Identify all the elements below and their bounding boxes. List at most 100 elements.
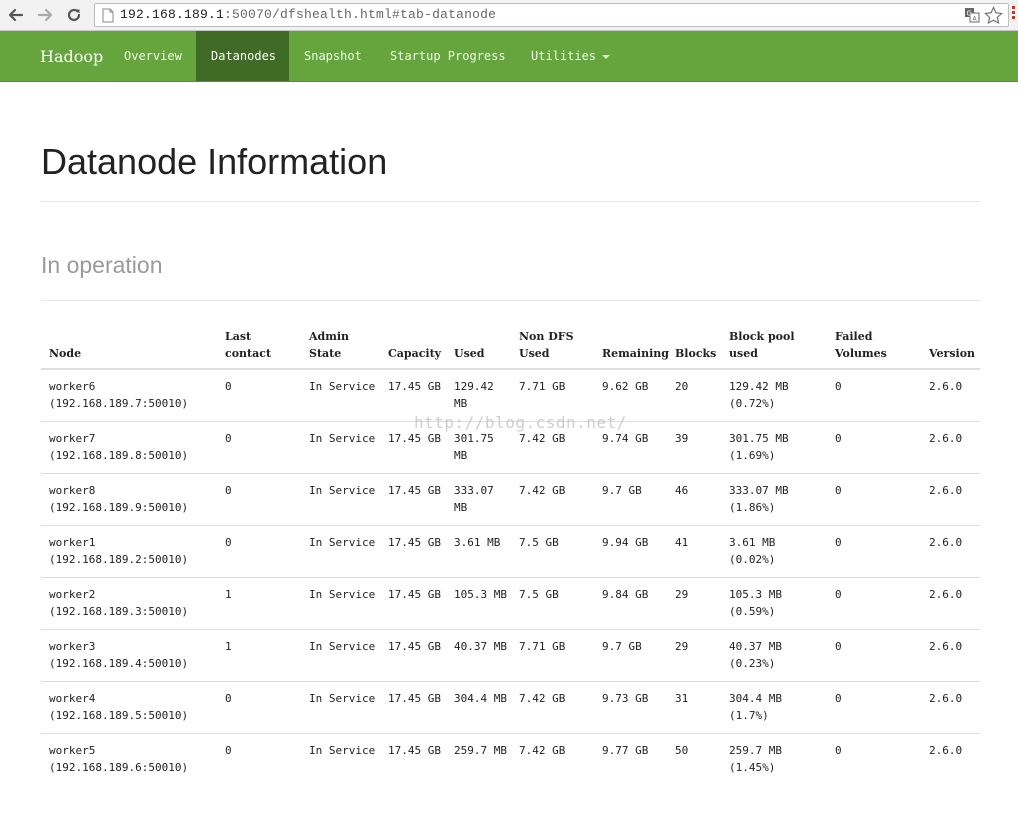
cell-capacity: 17.45 GB: [380, 629, 446, 682]
cell-remaining: 9.84 GB: [594, 577, 667, 630]
cell-block-pool-used: 105.3 MB (0.59%): [721, 577, 827, 630]
cell-block-pool-used: 301.75 MB (1.69%): [721, 421, 827, 474]
cell-node: worker1 (192.168.189.2:50010): [41, 525, 217, 578]
cell-node: worker5 (192.168.189.6:50010): [41, 733, 217, 785]
cell-node: worker6 (192.168.189.7:50010): [49, 380, 189, 410]
cell-version: 2.6.0: [921, 421, 980, 474]
cell-blocks: 29: [667, 629, 721, 682]
cell-failed-volumes: 0: [827, 681, 921, 734]
cell-used: 259.7 MB: [446, 733, 511, 785]
cell-node: worker4 (192.168.189.5:50010): [41, 681, 217, 734]
chevron-down-icon: [602, 54, 611, 59]
cell-remaining: 9.94 GB: [594, 525, 667, 578]
cell-block-pool-used: 259.7 MB (1.45%): [721, 733, 827, 785]
cell-blocks: 31: [667, 681, 721, 734]
cell-failed-volumes: 0: [827, 577, 921, 630]
cell-admin-state: In Service: [301, 421, 380, 474]
col-header-failed-volumes[interactable]: Failed Volumes: [827, 328, 921, 370]
nav-startup-progress[interactable]: Startup Progress: [375, 31, 521, 81]
back-arrow-icon[interactable]: [5, 4, 27, 26]
cell-node: worker2 (192.168.189.3:50010): [41, 577, 217, 630]
divider: [41, 201, 980, 202]
cell-block-pool-used: 129.42 MB (0.72%): [729, 380, 789, 410]
cell-block-pool-used: 3.61 MB (0.02%): [721, 525, 827, 578]
col-header-last-contact[interactable]: Last contact: [217, 328, 301, 370]
col-header-block-pool-used[interactable]: Block pool used: [721, 328, 827, 370]
cell-admin-state: In Service: [301, 629, 380, 682]
cell-blocks: 41: [667, 525, 721, 578]
cell-blocks: 50: [667, 733, 721, 785]
table-row: worker2 (192.168.189.3:50010) 1 In Service…: [41, 577, 980, 630]
cell-blocks: 29: [667, 577, 721, 630]
cell-last-contact: 0: [217, 473, 301, 526]
cell-used: 304.4 MB: [446, 681, 511, 734]
table-header-row: Node Last contact Admin State Capacity U…: [41, 328, 980, 370]
cell-remaining: 9.77 GB: [594, 733, 667, 785]
cell-last-contact: 0: [217, 525, 301, 578]
reload-icon[interactable]: [63, 4, 85, 26]
watermark: http://blog.csdn.net/: [414, 413, 627, 432]
nav-utilities[interactable]: Utilities: [516, 31, 625, 81]
cell-capacity: 17.45 GB: [380, 577, 446, 630]
cell-used: 333.07 MB: [446, 473, 511, 526]
table-row: worker5 (192.168.189.6:50010) 0 In Service…: [41, 733, 980, 785]
cell-admin-state: In Service: [301, 577, 380, 630]
col-header-node[interactable]: Node: [41, 328, 217, 370]
top-navbar: Hadoop Overview Datanodes Snapshot Start…: [0, 31, 1018, 82]
cell-capacity: 17.45 GB: [380, 733, 446, 785]
table-row: worker4 (192.168.189.5:50010) 0 In Service…: [41, 681, 980, 734]
nav-overview[interactable]: Overview: [109, 31, 197, 81]
cell-remaining: 9.7 GB: [594, 473, 667, 526]
table-row: worker3 (192.168.189.4:50010) 1 In Service…: [41, 629, 980, 682]
col-header-admin-state[interactable]: Admin State: [301, 328, 380, 370]
cell-block-pool-used: 304.4 MB (1.7%): [721, 681, 827, 734]
cell-version: 2.6.0: [921, 629, 980, 682]
cell-used: 3.61 MB: [446, 525, 511, 578]
cell-capacity: 17.45 GB: [380, 525, 446, 578]
cell-used: 40.37 MB: [446, 629, 511, 682]
datanode-table: Node Last contact Admin State Capacity U…: [41, 328, 980, 785]
cell-failed-volumes: 0: [827, 629, 921, 682]
col-header-version[interactable]: Version: [921, 328, 980, 370]
nav-snapshot[interactable]: Snapshot: [289, 31, 377, 81]
cell-node: worker8 (192.168.189.9:50010): [41, 473, 217, 526]
cell-non-dfs-used: 7.42 GB: [511, 681, 594, 734]
col-header-remaining[interactable]: Remaining: [594, 328, 669, 370]
col-header-blocks[interactable]: Blocks: [667, 328, 721, 370]
url-text: 192.168.189.1:50070/dfshealth.html#tab-d…: [120, 7, 497, 22]
brand-logo[interactable]: Hadoop: [40, 47, 103, 66]
cell-admin-state: In Service: [309, 380, 376, 393]
cell-version: 2.6.0: [921, 733, 980, 785]
cell-last-contact: 0: [225, 380, 232, 393]
address-bar[interactable]: 192.168.189.1:50070/dfshealth.html#tab-d…: [94, 3, 1009, 27]
page-title: Datanode Information: [41, 141, 388, 182]
forward-arrow-icon[interactable]: [34, 4, 56, 26]
cell-admin-state: In Service: [301, 473, 380, 526]
translate-icon[interactable]: GA: [964, 7, 980, 28]
cell-last-contact: 0: [217, 681, 301, 734]
divider: [41, 300, 980, 301]
bookmark-star-icon[interactable]: [983, 5, 1004, 30]
cell-version: 2.6.0: [921, 681, 980, 734]
browser-toolbar: 192.168.189.1:50070/dfshealth.html#tab-d…: [0, 0, 1018, 31]
menu-icon[interactable]: [1012, 6, 1016, 21]
cell-admin-state: In Service: [301, 681, 380, 734]
cell-failed-volumes: 0: [827, 733, 921, 785]
cell-last-contact: 1: [217, 577, 301, 630]
cell-blocks: 39: [667, 421, 721, 474]
col-header-used[interactable]: Used: [446, 328, 511, 370]
cell-non-dfs-used: 7.42 GB: [511, 473, 594, 526]
cell-remaining: 9.7 GB: [594, 629, 667, 682]
cell-used: 105.3 MB: [446, 577, 511, 630]
cell-last-contact: 0: [217, 733, 301, 785]
cell-version: 2.6.0: [929, 380, 963, 393]
col-header-capacity[interactable]: Capacity: [380, 328, 446, 370]
cell-remaining: 9.73 GB: [594, 681, 667, 734]
col-header-non-dfs-used[interactable]: Non DFS Used: [511, 328, 594, 370]
cell-non-dfs-used: 7.5 GB: [511, 577, 594, 630]
nav-datanodes[interactable]: Datanodes: [196, 31, 289, 81]
page-icon: [102, 8, 114, 28]
cell-node: worker3 (192.168.189.4:50010): [41, 629, 217, 682]
cell-failed-volumes: 0: [827, 473, 921, 526]
cell-admin-state: In Service: [301, 525, 380, 578]
